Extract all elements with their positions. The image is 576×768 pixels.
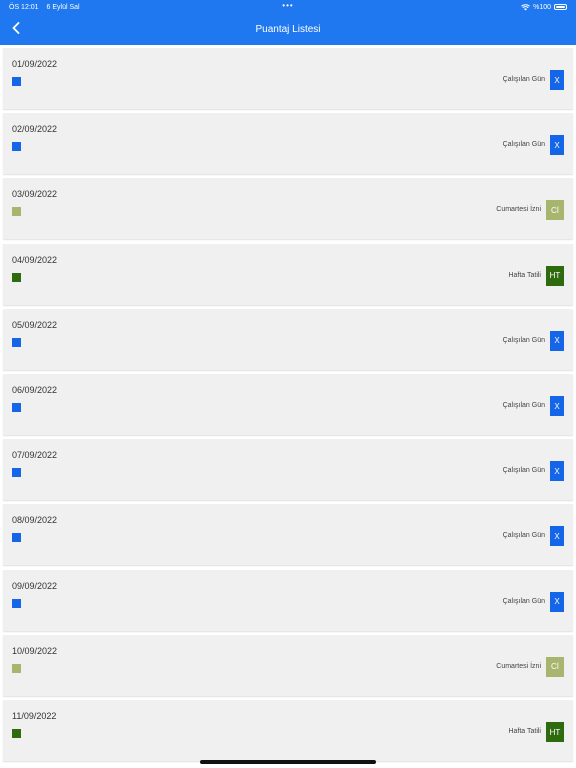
status-color-swatch xyxy=(12,729,21,738)
status-code-badge: X xyxy=(550,330,564,351)
status-code-badge: X xyxy=(550,396,564,416)
attendance-list[interactable]: 01/09/2022 Çalışılan Gün X 02/09/2022 Çalışı… xyxy=(0,45,576,768)
status-color-swatch xyxy=(12,468,21,478)
row-date: 10/09/2022 xyxy=(12,645,58,656)
page-title: Puantaj Listesi xyxy=(255,24,321,35)
attendance-row[interactable]: 04/09/2022 Hafta Tatili HT xyxy=(3,243,573,305)
status-color-swatch xyxy=(12,142,21,152)
row-date: 11/09/2022 xyxy=(12,711,57,721)
status-right: %100 xyxy=(521,4,567,11)
status-code-badge: HT xyxy=(546,722,564,742)
status-color-swatch xyxy=(12,337,21,347)
status-label: Çalışılan Gün xyxy=(502,597,545,605)
status-label: Cumartesi İzni xyxy=(496,206,541,214)
status-color-swatch xyxy=(12,403,21,412)
status-label: Hafta Tatili xyxy=(508,271,541,279)
status-label: Çalışılan Gün xyxy=(502,141,545,149)
nav-bar: Puantaj Listesi xyxy=(0,14,576,45)
row-date: 05/09/2022 xyxy=(12,319,58,330)
attendance-row[interactable]: 10/09/2022 Cumartesi İzni Cİ xyxy=(3,634,573,696)
attendance-row[interactable]: 09/09/2022 Çalışılan Gün X xyxy=(3,569,573,631)
battery-icon xyxy=(554,4,567,10)
status-left: ÖS 12:01 6 Eylül Sal xyxy=(9,4,86,11)
multitasking-dots[interactable]: ••• xyxy=(282,1,293,10)
row-date: 08/09/2022 xyxy=(12,515,58,526)
attendance-row[interactable]: 11/09/2022 Hafta Tatili HT xyxy=(3,700,573,761)
status-code-badge: Cİ xyxy=(546,200,564,221)
battery-percent: %100 xyxy=(533,3,551,11)
attendance-row[interactable]: 01/09/2022 Çalışılan Gün X xyxy=(3,48,573,109)
row-date: 04/09/2022 xyxy=(12,254,58,265)
attendance-row[interactable]: 03/09/2022 Cumartesi İzni Cİ xyxy=(3,178,573,240)
status-color-swatch xyxy=(12,533,21,543)
row-date: 06/09/2022 xyxy=(12,385,58,395)
attendance-row[interactable]: 07/09/2022 Çalışılan Gün X xyxy=(3,439,573,501)
status-time: ÖS 12:01 xyxy=(9,3,39,11)
row-date: 02/09/2022 xyxy=(12,124,58,135)
status-label: Çalışılan Gün xyxy=(502,402,545,409)
status-date: 6 Eylül Sal xyxy=(46,3,80,11)
row-date: 07/09/2022 xyxy=(12,450,58,461)
status-label: Çalışılan Gün xyxy=(502,336,545,344)
row-date: 03/09/2022 xyxy=(12,189,58,200)
status-code-badge: X xyxy=(550,461,564,482)
status-code-badge: HT xyxy=(546,265,564,286)
status-color-swatch xyxy=(12,663,21,673)
status-label: Çalışılan Gün xyxy=(502,532,545,540)
row-date: 09/09/2022 xyxy=(12,580,58,591)
status-color-swatch xyxy=(12,272,21,282)
chevron-left-icon xyxy=(12,21,20,39)
status-code-badge: X xyxy=(550,526,564,547)
status-code-badge: X xyxy=(550,591,564,612)
attendance-row[interactable]: 05/09/2022 Çalışılan Gün X xyxy=(3,308,573,370)
status-label: Hafta Tatili xyxy=(508,728,541,735)
row-date: 01/09/2022 xyxy=(12,59,58,69)
attendance-row[interactable]: 06/09/2022 Çalışılan Gün X xyxy=(3,374,573,435)
status-label: Çalışılan Gün xyxy=(502,76,545,83)
status-code-badge: X xyxy=(550,70,564,90)
attendance-row[interactable]: 02/09/2022 Çalışılan Gün X xyxy=(3,113,573,175)
status-color-swatch xyxy=(12,77,21,86)
status-code-badge: Cİ xyxy=(546,656,564,677)
home-indicator[interactable] xyxy=(200,760,376,764)
status-code-badge: X xyxy=(550,135,564,156)
status-label: Çalışılan Gün xyxy=(502,467,545,475)
wifi-icon xyxy=(521,3,530,11)
status-bar: ÖS 12:01 6 Eylül Sal ••• %100 xyxy=(0,0,576,14)
status-color-swatch xyxy=(12,207,21,217)
attendance-row[interactable]: 08/09/2022 Çalışılan Gün X xyxy=(3,504,573,566)
back-button[interactable] xyxy=(6,20,26,40)
status-color-swatch xyxy=(12,598,21,608)
status-label: Cumartesi İzni xyxy=(496,662,541,670)
